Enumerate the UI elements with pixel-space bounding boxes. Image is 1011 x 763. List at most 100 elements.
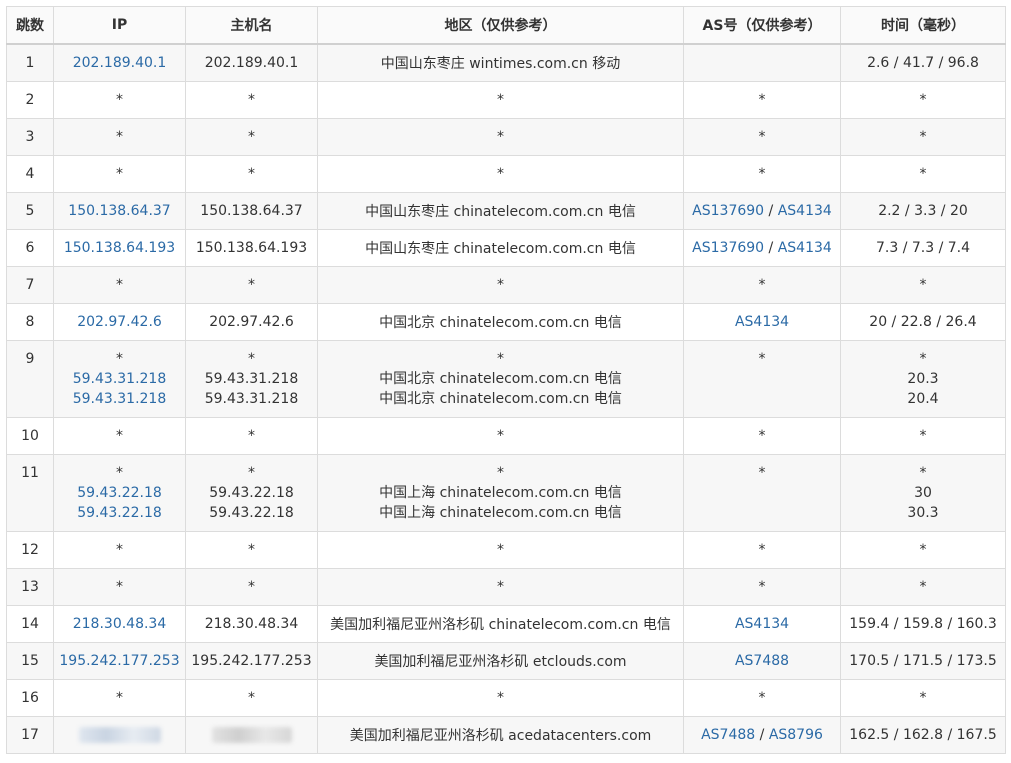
- ip-cell: *: [53, 265, 186, 304]
- time-cell: 2.2 / 3.3 / 20: [840, 191, 1006, 230]
- time-cell: *: [840, 567, 1006, 606]
- hop-number: 5: [6, 191, 54, 230]
- hop-number: 13: [6, 567, 54, 606]
- hostname: 150.138.64.193: [195, 239, 308, 256]
- table-row: 6 150.138.64.193 150.138.64.193 中国山东枣庄 chin…: [6, 228, 1006, 267]
- as-cell: AS7488 / AS8796: [683, 715, 841, 754]
- ip-link[interactable]: 59.43.22.18: [58, 483, 181, 503]
- region-text: *: [497, 91, 504, 108]
- region-text: *: [497, 427, 504, 444]
- region-cell: 中国山东枣庄 chinatelecom.com.cn 电信: [317, 228, 684, 267]
- as-link[interactable]: AS137690: [692, 203, 764, 219]
- as-separator: /: [764, 239, 778, 256]
- region-text: 中国山东枣庄 chinatelecom.com.cn 电信: [365, 240, 636, 257]
- region-cell: *: [317, 416, 684, 455]
- hop-number: 10: [6, 416, 54, 455]
- ip-cell: *: [53, 678, 186, 717]
- ip-link[interactable]: 59.43.22.18: [58, 503, 181, 523]
- as-link[interactable]: AS4134: [735, 314, 789, 330]
- time-cell: *: [840, 678, 1006, 717]
- table-row: 16 * * * * *: [6, 678, 1006, 717]
- table-body: 1 202.189.40.1 202.189.40.1 中国山东枣庄 wintimes…: [6, 43, 1006, 754]
- table-row: 10 * * * * *: [6, 416, 1006, 455]
- ip-link[interactable]: 202.97.42.6: [58, 314, 181, 330]
- as-cell: AS137690 / AS4134: [683, 228, 841, 267]
- redacted-ip: [78, 726, 161, 743]
- ip-link[interactable]: 218.30.48.34: [58, 616, 181, 632]
- hostname-cell: *: [185, 567, 318, 606]
- time-cell: 2.6 / 41.7 / 96.8: [840, 43, 1006, 82]
- ip-cell: 202.189.40.1: [53, 43, 186, 82]
- hostname-cell: 218.30.48.34: [185, 604, 318, 643]
- hostname: *: [248, 128, 255, 145]
- latency-value: *: [919, 350, 927, 367]
- region-cell: 中国山东枣庄 chinatelecom.com.cn 电信: [317, 191, 684, 230]
- region-text: 中国北京 chinatelecom.com.cn 电信: [379, 390, 622, 407]
- region-cell: *: [317, 80, 684, 119]
- as-link[interactable]: AS7488: [735, 653, 789, 669]
- table-row: 5 150.138.64.37 150.138.64.37 中国山东枣庄 chinat…: [6, 191, 1006, 230]
- as-cell: AS4134: [683, 302, 841, 341]
- ip-link[interactable]: 59.43.31.218: [58, 369, 181, 389]
- latency-value: 30: [914, 484, 932, 501]
- latency-value: 20.3: [907, 370, 939, 387]
- hostname: *: [248, 165, 255, 182]
- region-cell: 美国加利福尼亚州洛杉矶 chinatelecom.com.cn 电信: [317, 604, 684, 643]
- ip-link[interactable]: 202.189.40.1: [58, 55, 181, 71]
- hop-number: 11: [6, 453, 54, 532]
- time-cell: 20 / 22.8 / 26.4: [840, 302, 1006, 341]
- hop-number: 6: [6, 228, 54, 267]
- table-row: 17 美国加利福尼亚州洛杉矶 acedatacenters.com AS7488 /…: [6, 715, 1006, 754]
- no-response: *: [116, 541, 123, 558]
- table-row: 9 * 59.43.31.218 59.43.31.218 * 59.43.31.218 5…: [6, 339, 1006, 418]
- region-cell: 美国加利福尼亚州洛杉矶 etclouds.com: [317, 641, 684, 680]
- no-response: *: [116, 91, 123, 108]
- as-link[interactable]: AS8796: [769, 727, 823, 743]
- header-time: 时间（毫秒）: [840, 6, 1006, 45]
- table-row: 8 202.97.42.6 202.97.42.6 中国北京 chinatelecom…: [6, 302, 1006, 341]
- as-cell: *: [683, 678, 841, 717]
- latency-value: 170.5 / 171.5 / 173.5: [849, 652, 997, 669]
- hostname-cell: *: [185, 530, 318, 569]
- ip-cell: 150.138.64.37: [53, 191, 186, 230]
- hostname: 59.43.22.18: [209, 504, 294, 521]
- hostname-cell: * 59.43.22.18 59.43.22.18: [185, 453, 318, 532]
- hostname: *: [248, 464, 255, 481]
- time-cell: *: [840, 416, 1006, 455]
- region-cell: 中国山东枣庄 wintimes.com.cn 移动: [317, 43, 684, 82]
- latency-value: 2.6 / 41.7 / 96.8: [867, 54, 979, 71]
- hostname-cell: * 59.43.31.218 59.43.31.218: [185, 339, 318, 418]
- hop-number: 4: [6, 154, 54, 193]
- as-cell: AS7488: [683, 641, 841, 680]
- as-separator: /: [764, 202, 778, 219]
- as-link[interactable]: AS137690: [692, 240, 764, 256]
- no-response: *: [758, 689, 766, 706]
- no-response: *: [758, 350, 766, 367]
- latency-value: 2.2 / 3.3 / 20: [878, 202, 968, 219]
- ip-cell: 150.138.64.193: [53, 228, 186, 267]
- hostname-cell: 202.97.42.6: [185, 302, 318, 341]
- hostname: 59.43.31.218: [204, 390, 299, 407]
- latency-value: *: [919, 464, 927, 481]
- as-link[interactable]: AS4134: [735, 616, 789, 632]
- as-link[interactable]: AS7488: [701, 727, 755, 743]
- ip-link[interactable]: 150.138.64.37: [58, 203, 181, 219]
- no-response: *: [758, 128, 766, 145]
- as-cell: *: [683, 80, 841, 119]
- hostname-cell: 150.138.64.193: [185, 228, 318, 267]
- latency-value: 30.3: [907, 504, 939, 521]
- region-cell: * 中国上海 chinatelecom.com.cn 电信 中国上海 chinate…: [317, 453, 684, 532]
- hostname-cell: *: [185, 80, 318, 119]
- ip-link[interactable]: 195.242.177.253: [58, 653, 181, 669]
- ip-link[interactable]: 59.43.31.218: [58, 389, 181, 409]
- no-response: *: [116, 689, 123, 706]
- no-response: *: [758, 541, 766, 558]
- as-link[interactable]: AS4134: [778, 240, 832, 256]
- as-link[interactable]: AS4134: [778, 203, 832, 219]
- ip-link[interactable]: 150.138.64.193: [58, 240, 181, 256]
- time-cell: 159.4 / 159.8 / 160.3: [840, 604, 1006, 643]
- region-text: *: [497, 541, 504, 558]
- no-response: *: [116, 276, 123, 293]
- ip-cell: *: [53, 80, 186, 119]
- hop-number: 12: [6, 530, 54, 569]
